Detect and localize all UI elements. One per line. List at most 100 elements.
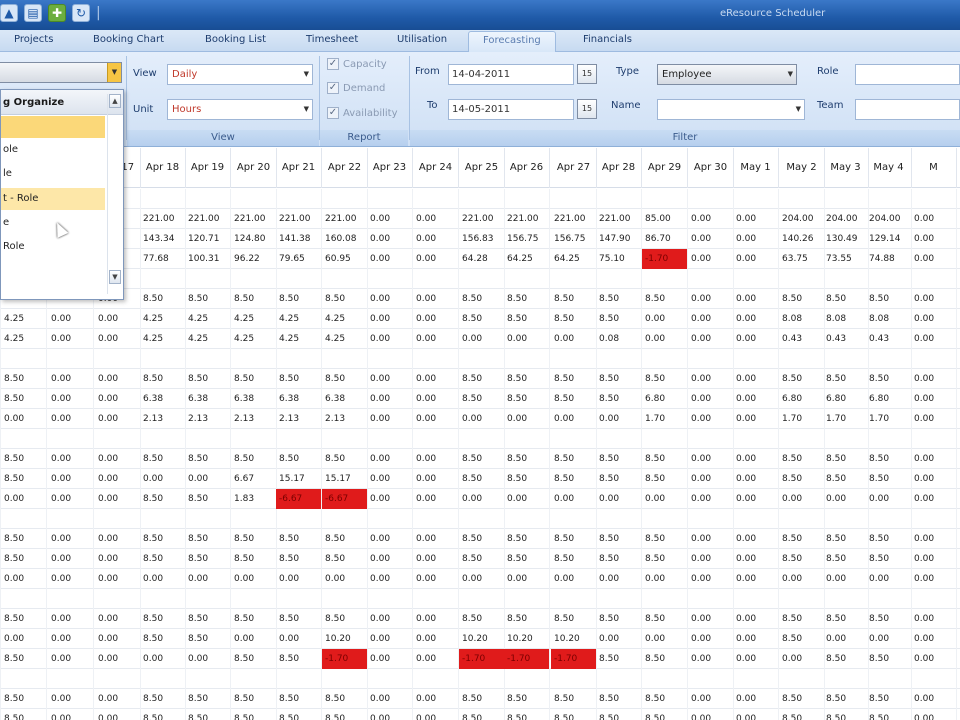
table-cell[interactable]: 0.00 xyxy=(911,329,957,349)
organize-option[interactable]: e xyxy=(1,212,105,234)
table-cell[interactable]: 8.50 xyxy=(779,449,825,469)
table-cell[interactable]: 0.00 xyxy=(413,649,459,669)
table-cell[interactable]: 0.00 xyxy=(688,309,734,329)
table-cell[interactable] xyxy=(866,269,912,289)
table-cell[interactable]: 0.00 xyxy=(413,469,459,489)
table-cell[interactable]: 0.43 xyxy=(866,329,912,349)
table-cell[interactable]: 6.67 xyxy=(231,469,277,489)
table-cell[interactable]: 0.00 xyxy=(48,489,94,509)
table-cell[interactable]: 0.00 xyxy=(367,689,413,709)
table-cell[interactable]: 0.00 xyxy=(459,329,505,349)
table-cell[interactable] xyxy=(911,509,957,529)
table-cell[interactable]: 8.50 xyxy=(459,709,505,720)
table-cell[interactable] xyxy=(642,589,688,609)
table-cell[interactable]: 0.00 xyxy=(504,409,550,429)
table-cell[interactable]: 10.20 xyxy=(459,629,505,649)
table-cell[interactable]: 8.50 xyxy=(596,549,642,569)
table-cell[interactable]: 0.00 xyxy=(413,209,459,229)
table-cell[interactable] xyxy=(642,429,688,449)
table-cell[interactable] xyxy=(1,669,47,689)
table-cell[interactable]: 0.00 xyxy=(911,469,957,489)
table-cell[interactable]: 8.50 xyxy=(779,549,825,569)
table-cell[interactable] xyxy=(367,349,413,369)
table-cell[interactable] xyxy=(911,589,957,609)
table-cell[interactable] xyxy=(779,509,825,529)
table-cell[interactable]: 0.00 xyxy=(413,489,459,509)
table-cell[interactable]: 8.50 xyxy=(1,649,47,669)
table-cell[interactable] xyxy=(1,509,47,529)
table-cell[interactable]: 8.50 xyxy=(642,529,688,549)
table-cell[interactable]: 0.00 xyxy=(1,409,47,429)
table-cell[interactable]: 0.00 xyxy=(367,289,413,309)
table-cell[interactable] xyxy=(140,189,186,209)
table-cell[interactable]: 0.00 xyxy=(95,369,141,389)
table-cell[interactable]: 8.50 xyxy=(823,469,869,489)
table-cell[interactable]: 0.00 xyxy=(642,489,688,509)
table-cell[interactable] xyxy=(642,349,688,369)
table-cell[interactable]: 0.00 xyxy=(733,469,779,489)
table-cell[interactable]: 0.00 xyxy=(322,569,368,589)
table-cell[interactable] xyxy=(642,669,688,689)
save-icon[interactable]: ▤ xyxy=(24,4,42,22)
table-cell[interactable] xyxy=(140,509,186,529)
table-cell[interactable]: 0.00 xyxy=(911,529,957,549)
table-cell[interactable]: 221.00 xyxy=(231,209,277,229)
table-cell[interactable]: 4.25 xyxy=(185,309,231,329)
column-header[interactable]: May 1 xyxy=(733,148,779,188)
table-cell[interactable] xyxy=(688,589,734,609)
table-cell[interactable]: 8.50 xyxy=(823,449,869,469)
dropdown-scrollbar[interactable]: ▲ ▼ xyxy=(107,94,121,294)
table-cell[interactable] xyxy=(504,429,550,449)
table-cell[interactable]: 8.50 xyxy=(823,689,869,709)
column-header[interactable]: Apr 25 xyxy=(459,148,505,188)
organize-option[interactable]: Role xyxy=(1,236,105,258)
table-cell[interactable]: 0.00 xyxy=(551,569,597,589)
table-cell[interactable] xyxy=(779,189,825,209)
table-cell[interactable]: 73.55 xyxy=(823,249,869,269)
table-cell[interactable]: 8.50 xyxy=(779,369,825,389)
table-cell[interactable]: 8.50 xyxy=(596,309,642,329)
table-cell[interactable]: 0.00 xyxy=(413,369,459,389)
table-cell[interactable] xyxy=(48,669,94,689)
table-cell[interactable]: 221.00 xyxy=(504,209,550,229)
table-cell[interactable] xyxy=(733,589,779,609)
table-cell[interactable]: 8.50 xyxy=(276,369,322,389)
table-cell[interactable]: 204.00 xyxy=(779,209,825,229)
table-cell[interactable]: 8.50 xyxy=(779,469,825,489)
table-cell[interactable]: 0.00 xyxy=(823,629,869,649)
table-cell[interactable]: 8.50 xyxy=(551,289,597,309)
table-cell[interactable] xyxy=(642,509,688,529)
table-cell[interactable]: 0.00 xyxy=(688,609,734,629)
table-cell[interactable]: 0.00 xyxy=(459,569,505,589)
from-date-input[interactable]: 14-04-2011 xyxy=(448,64,574,85)
table-cell[interactable]: 8.50 xyxy=(231,529,277,549)
table-cell[interactable]: 8.50 xyxy=(185,709,231,720)
table-cell[interactable]: 0.00 xyxy=(413,309,459,329)
table-cell[interactable]: 8.50 xyxy=(866,449,912,469)
table-cell[interactable] xyxy=(322,589,368,609)
table-cell[interactable]: 8.50 xyxy=(866,529,912,549)
table-cell[interactable] xyxy=(322,509,368,529)
table-cell[interactable]: 6.80 xyxy=(823,389,869,409)
table-cell[interactable] xyxy=(231,189,277,209)
table-cell[interactable] xyxy=(596,269,642,289)
table-cell[interactable] xyxy=(413,269,459,289)
table-cell[interactable]: 8.50 xyxy=(596,369,642,389)
table-cell[interactable]: 6.38 xyxy=(276,389,322,409)
table-cell[interactable]: 0.00 xyxy=(779,569,825,589)
table-cell[interactable]: 8.50 xyxy=(185,489,231,509)
table-cell[interactable]: 8.50 xyxy=(596,689,642,709)
table-cell[interactable]: 8.50 xyxy=(596,649,642,669)
table-cell[interactable]: 0.00 xyxy=(733,329,779,349)
tab-forecasting[interactable]: Forecasting xyxy=(468,31,556,52)
table-cell[interactable]: 141.38 xyxy=(276,229,322,249)
column-header[interactable]: Apr 22 xyxy=(322,148,368,188)
table-cell[interactable]: 8.50 xyxy=(504,689,550,709)
table-cell[interactable]: 8.50 xyxy=(642,689,688,709)
table-cell[interactable]: 8.50 xyxy=(1,609,47,629)
table-cell[interactable]: 0.00 xyxy=(367,549,413,569)
table-cell[interactable]: 8.50 xyxy=(231,369,277,389)
table-cell[interactable]: 221.00 xyxy=(322,209,368,229)
table-cell[interactable] xyxy=(688,349,734,369)
table-cell[interactable]: 4.25 xyxy=(231,309,277,329)
